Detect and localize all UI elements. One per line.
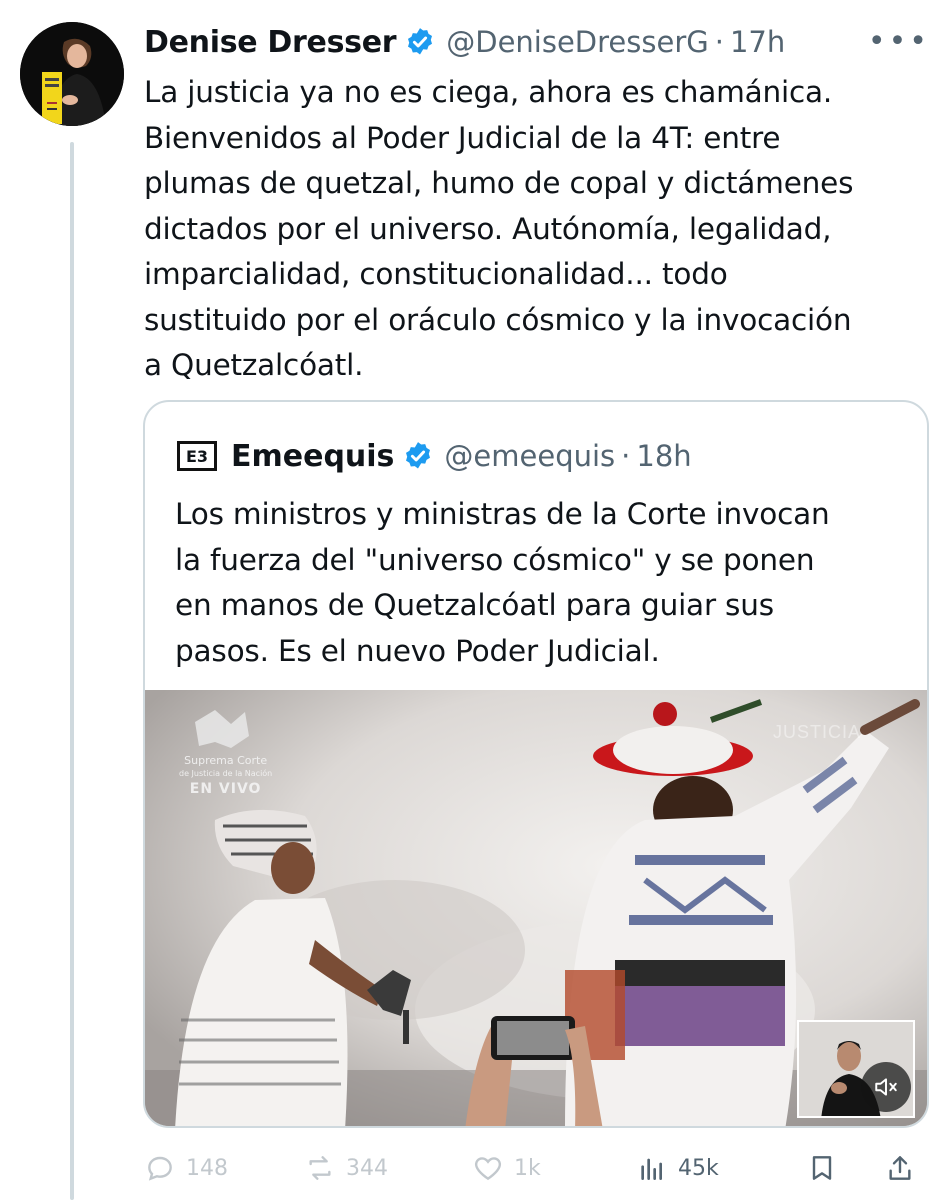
live-label: EN VIVO bbox=[189, 781, 262, 797]
heart-icon bbox=[474, 1157, 502, 1181]
views-chart-icon bbox=[641, 1158, 662, 1180]
repost-icon bbox=[309, 1156, 331, 1180]
verified-badge-icon[interactable] bbox=[404, 26, 436, 58]
like-button[interactable]: 1k bbox=[472, 1146, 541, 1190]
reply-icon bbox=[148, 1156, 172, 1181]
quoted-video[interactable]: Suprema Corte de Justicia de la Nación E… bbox=[145, 690, 927, 1126]
mute-toggle-button[interactable] bbox=[861, 1062, 911, 1112]
repost-count: 344 bbox=[346, 1155, 388, 1181]
separator-dot: · bbox=[714, 25, 724, 59]
quoted-author-name[interactable]: Emeequis bbox=[231, 439, 394, 474]
like-count: 1k bbox=[514, 1155, 541, 1181]
tweet-timestamp[interactable]: 17h bbox=[730, 25, 785, 59]
separator-dot: · bbox=[621, 439, 631, 473]
author-avatar[interactable] bbox=[20, 22, 124, 126]
thread-line bbox=[70, 142, 74, 1200]
quoted-tweet[interactable]: E3 Emeequis @emeequis · 18h Los ministro… bbox=[143, 400, 929, 1128]
quoted-author-handle[interactable]: @emeequis bbox=[444, 439, 615, 473]
reply-count: 148 bbox=[186, 1155, 228, 1181]
views-button[interactable]: 45k bbox=[636, 1146, 719, 1190]
watermark-line2: de Justicia de la Nación bbox=[179, 769, 273, 778]
tweet-header: Denise Dresser @DeniseDresserG · 17h bbox=[144, 18, 785, 66]
repost-button[interactable]: 344 bbox=[304, 1146, 388, 1190]
share-button[interactable] bbox=[884, 1146, 916, 1190]
video-watermark: Suprema Corte de Justicia de la Nación E… bbox=[179, 710, 272, 796]
view-count: 45k bbox=[678, 1155, 719, 1181]
author-avatar-image bbox=[20, 22, 124, 126]
bookmark-icon bbox=[812, 1156, 832, 1180]
reply-button[interactable]: 148 bbox=[144, 1146, 228, 1190]
bookmark-button[interactable] bbox=[806, 1146, 838, 1190]
quoted-tweet-text: Los ministros y ministras de la Corte in… bbox=[175, 497, 830, 668]
verified-badge-icon[interactable] bbox=[402, 440, 434, 472]
tweet-action-bar: 148 344 1k 45k bbox=[144, 1146, 934, 1190]
corner-overlay-text: JUSTICIA bbox=[773, 722, 862, 742]
tweet-text: La justicia ya no es ciega, ahora es cha… bbox=[144, 75, 854, 382]
more-dots-icon[interactable]: ••• bbox=[868, 24, 930, 59]
author-name[interactable]: Denise Dresser bbox=[144, 25, 397, 60]
quoted-tweet-header: E3 Emeequis @emeequis · 18h bbox=[177, 432, 692, 480]
quoted-author-avatar[interactable]: E3 bbox=[177, 441, 217, 471]
speaker-muted-icon bbox=[875, 1078, 897, 1096]
share-icon bbox=[889, 1156, 911, 1180]
quoted-tweet-timestamp[interactable]: 18h bbox=[636, 439, 691, 473]
author-handle[interactable]: @DeniseDresserG bbox=[446, 25, 708, 59]
watermark-line1: Suprema Corte bbox=[184, 754, 268, 767]
